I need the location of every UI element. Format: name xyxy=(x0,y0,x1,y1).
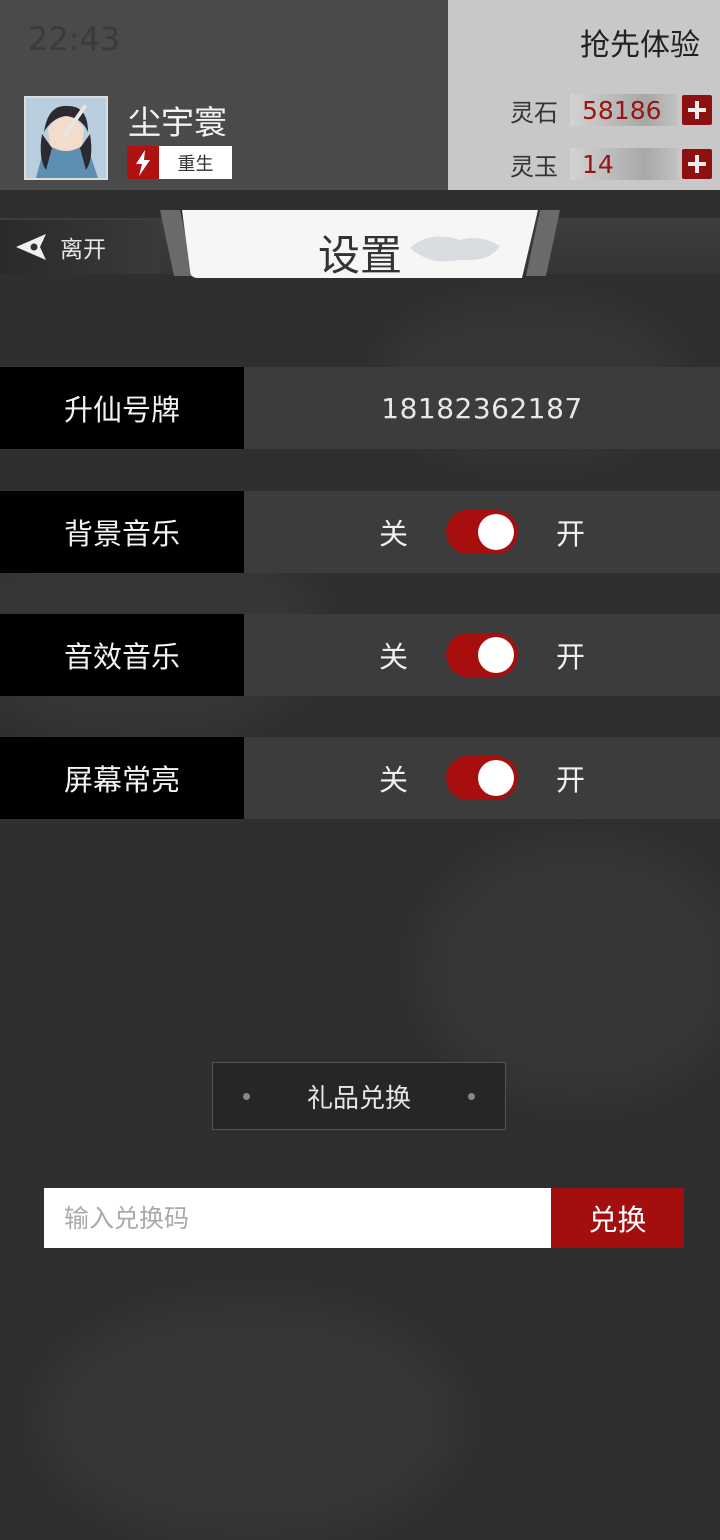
account-id-cell: 18182362187 xyxy=(244,367,720,449)
page-title: 设置 xyxy=(317,231,402,280)
rebirth-label: 重生 xyxy=(177,153,214,175)
toggle-knob xyxy=(478,514,514,550)
dot-icon xyxy=(243,1092,250,1100)
on-label[interactable]: 开 xyxy=(556,634,585,676)
gift-redeem-header: 礼品兑换 xyxy=(212,1062,506,1130)
currency-spirit-jade: 灵玉 14 xyxy=(510,146,712,182)
on-label[interactable]: 开 xyxy=(556,757,585,799)
screen-always-on-control: 关 开 xyxy=(244,737,720,819)
redeem-code-input[interactable] xyxy=(44,1188,551,1248)
back-arrow-icon xyxy=(14,232,48,262)
gift-redeem-title: 礼品兑换 xyxy=(306,1083,411,1114)
currency-panel: 抢先体验 灵石 58186 灵玉 14 xyxy=(448,0,720,190)
player-header: 22:43 尘宇寰 重生 xyxy=(0,0,448,190)
screen-always-on-label: 屏幕常亮 xyxy=(0,737,244,819)
currency-spirit-stone: 灵石 58186 xyxy=(510,92,712,128)
add-spirit-jade-button[interactable] xyxy=(682,149,712,179)
account-id-row: 升仙号牌 18182362187 xyxy=(0,367,720,449)
rebirth-badge[interactable]: 重生 xyxy=(127,146,232,179)
screen-always-on-toggle[interactable] xyxy=(446,756,518,800)
redeem-button[interactable]: 兑换 xyxy=(551,1188,684,1248)
on-label[interactable]: 开 xyxy=(556,511,585,553)
screen-always-on-row: 屏幕常亮 关 开 xyxy=(0,737,720,819)
sound-effects-control: 关 开 xyxy=(244,614,720,696)
background-music-label: 背景音乐 xyxy=(0,491,244,573)
dot-icon xyxy=(467,1092,475,1100)
account-id-value: 18182362187 xyxy=(381,391,583,425)
off-label[interactable]: 关 xyxy=(379,511,408,553)
title-banner: 设置 xyxy=(160,208,560,280)
off-label[interactable]: 关 xyxy=(379,634,408,676)
lightning-icon xyxy=(127,146,159,179)
off-label[interactable]: 关 xyxy=(379,757,408,799)
currency-value: 14 xyxy=(570,148,678,180)
leave-label: 离开 xyxy=(60,237,106,263)
toggle-knob xyxy=(478,760,514,796)
toggle-knob xyxy=(478,637,514,673)
sound-effects-toggle[interactable] xyxy=(446,633,518,677)
player-avatar[interactable] xyxy=(24,96,108,180)
currency-value: 58186 xyxy=(570,94,678,126)
status-time: 22:43 xyxy=(28,20,121,58)
player-name: 尘宇寰 xyxy=(128,103,227,142)
background-music-toggle[interactable] xyxy=(446,510,518,554)
background-music-control: 关 开 xyxy=(244,491,720,573)
currency-label: 灵玉 xyxy=(510,152,558,181)
account-id-label: 升仙号牌 xyxy=(0,367,244,449)
background-music-row: 背景音乐 关 开 xyxy=(0,491,720,573)
sound-effects-label: 音效音乐 xyxy=(0,614,244,696)
sound-effects-row: 音效音乐 关 开 xyxy=(0,614,720,696)
currency-label: 灵石 xyxy=(510,98,558,127)
add-spirit-stone-button[interactable] xyxy=(682,95,712,125)
early-access-link[interactable]: 抢先体验 xyxy=(580,20,700,64)
leave-button[interactable]: 离开 xyxy=(0,220,160,274)
